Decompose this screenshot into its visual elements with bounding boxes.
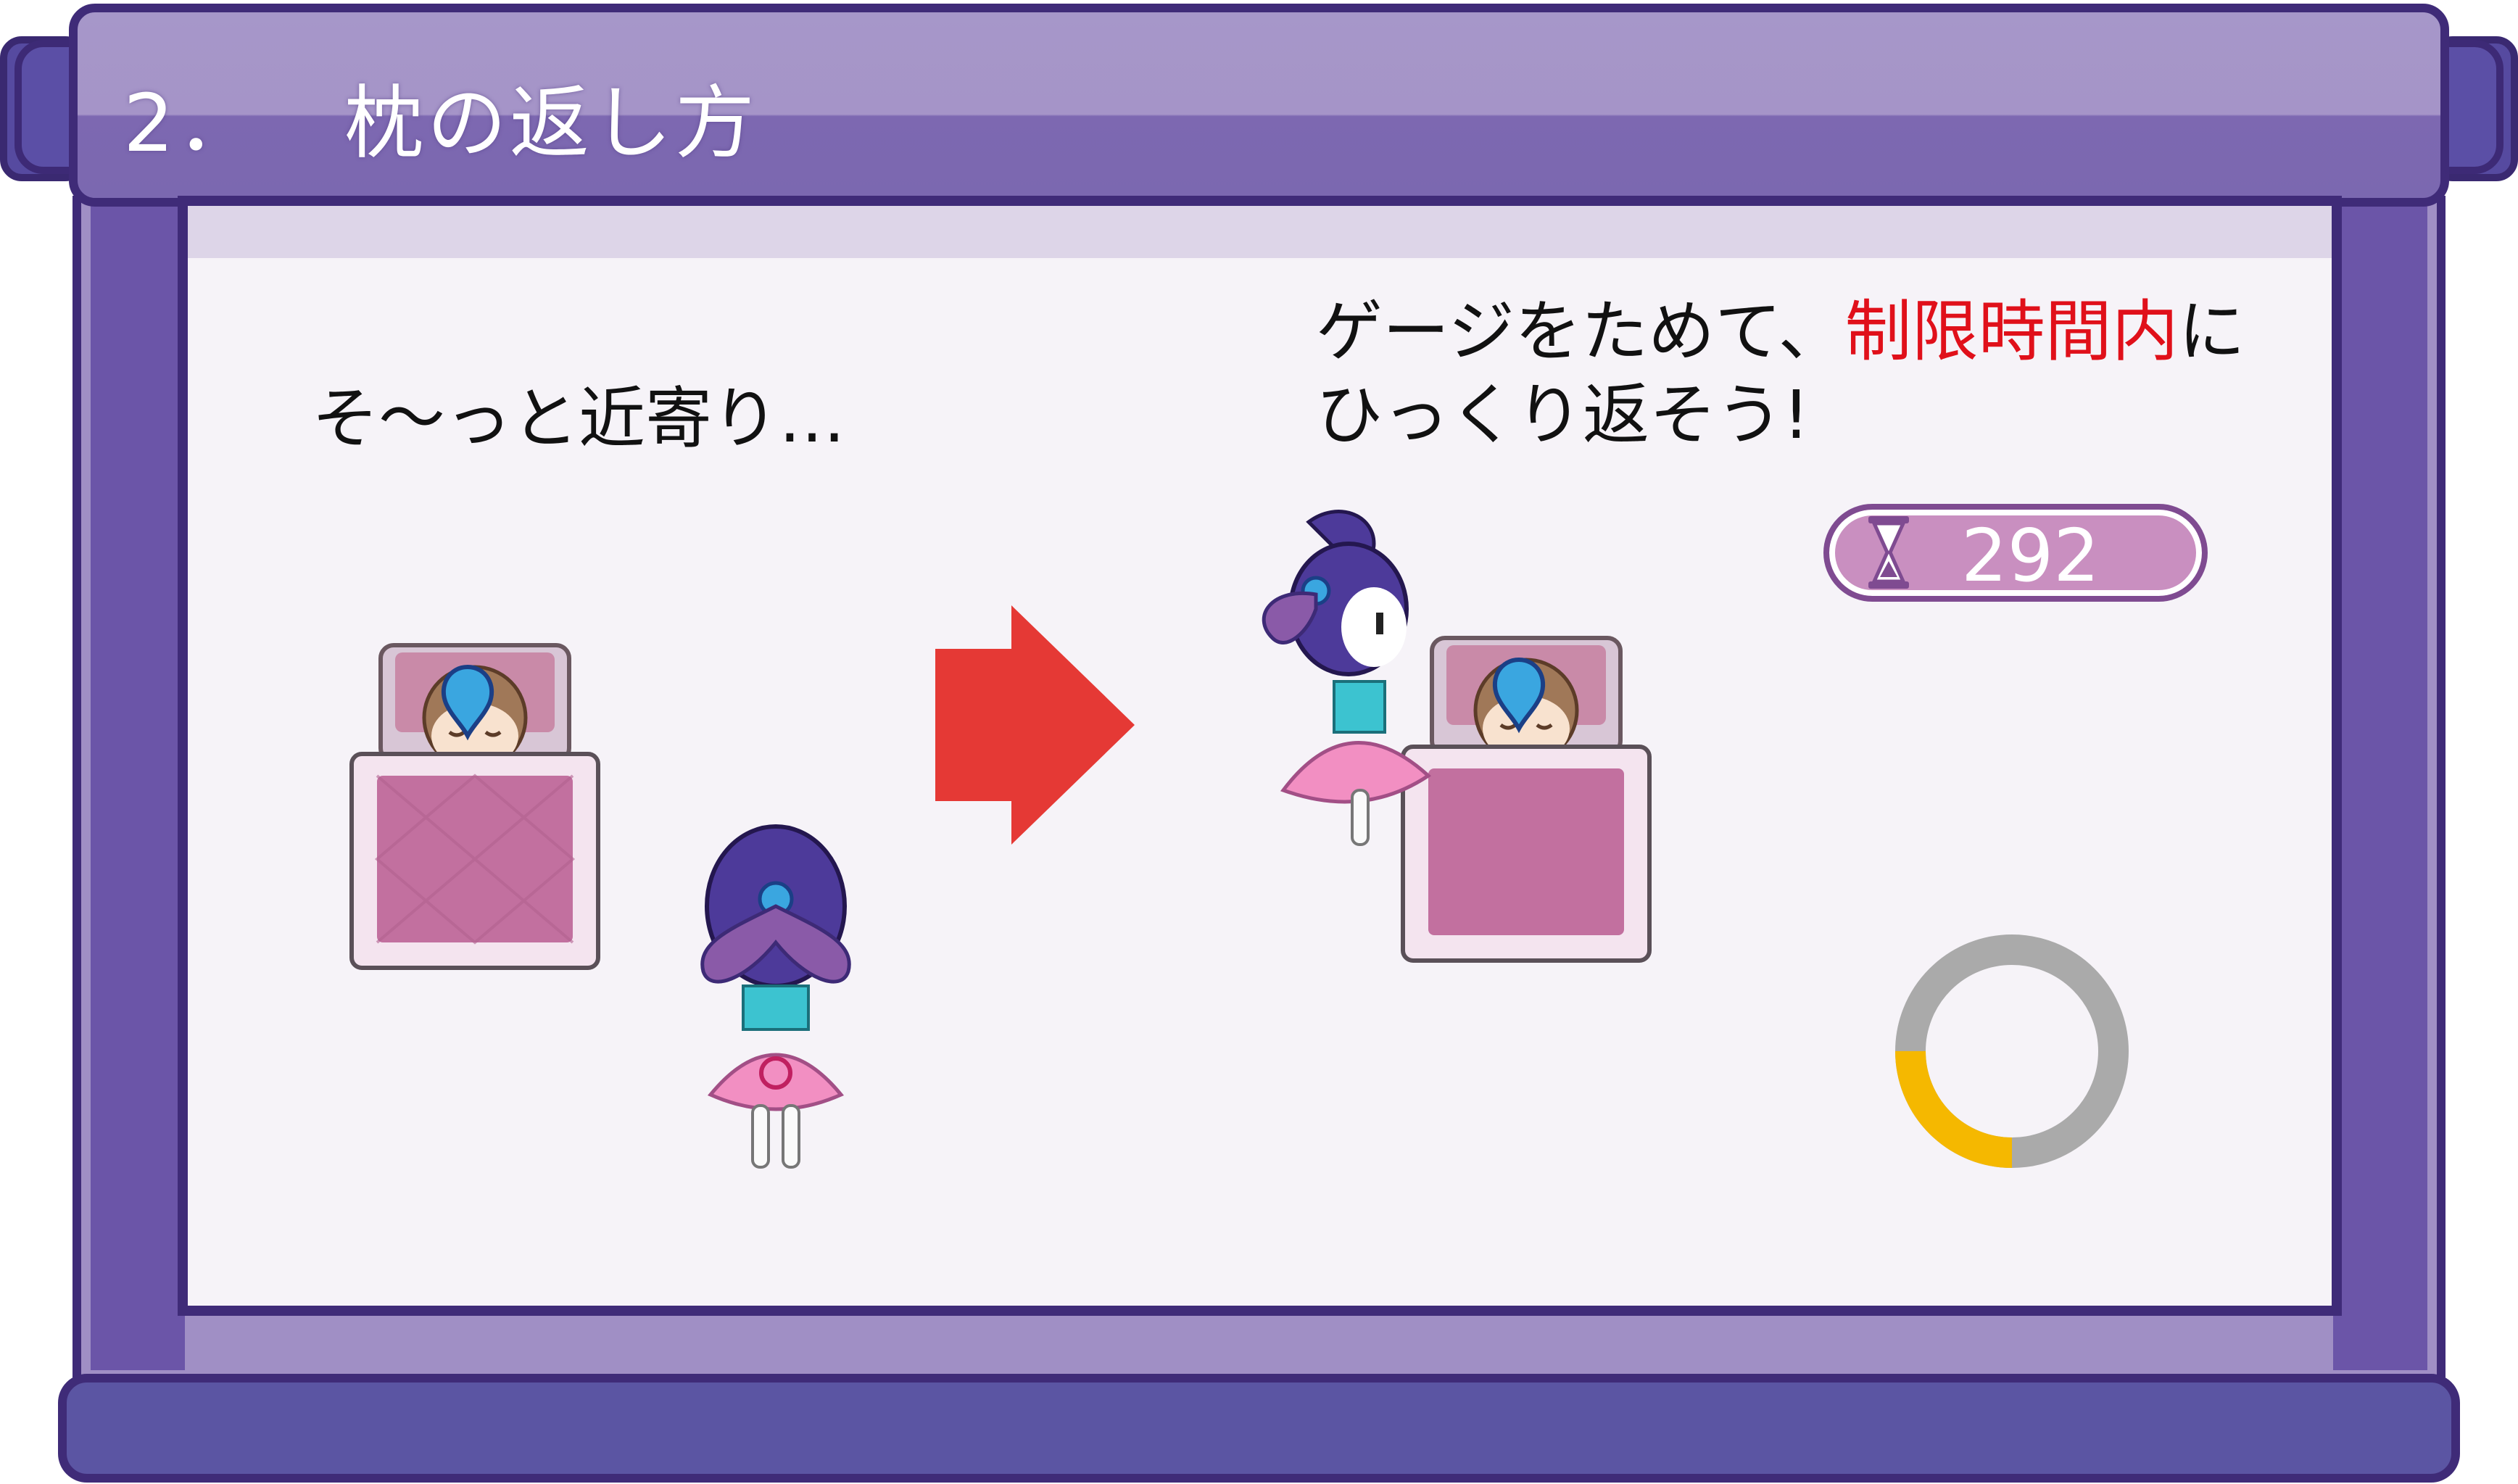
caption-flip-post: に [2178, 293, 2245, 370]
caption-flip: ゲージをためて、制限時間内に ひっくり返そう! [1316, 290, 2331, 457]
bed-left [349, 643, 600, 970]
scroll-frame-inner-left [91, 196, 185, 1370]
hourglass-icon [1868, 516, 1909, 589]
timer-value: 292 [1961, 513, 2100, 598]
caption-flip-line2: ひっくり返そう! [1316, 376, 1810, 454]
scroll-frame-inner-right [2333, 196, 2427, 1370]
caption-approach: そ〜っと近寄り… [312, 380, 846, 457]
caption-flip-pre: ゲージをためて、 [1316, 293, 1845, 370]
caption-flip-emphasis: 制限時間内 [1844, 293, 2179, 370]
scroll-rod-bottom [58, 1374, 2460, 1483]
girl-skirt [707, 1053, 845, 1111]
girl-back-view [700, 824, 851, 1169]
title-label: 枕の返し方 [344, 77, 758, 170]
flip-gauge [1895, 934, 2129, 1168]
title-number: 2． [123, 77, 260, 170]
flip-scene [1262, 510, 1652, 963]
page-title: 2． 枕の返し方 [123, 58, 758, 174]
panel-header-shade [188, 206, 2332, 258]
arrow-right-icon [935, 605, 1135, 845]
